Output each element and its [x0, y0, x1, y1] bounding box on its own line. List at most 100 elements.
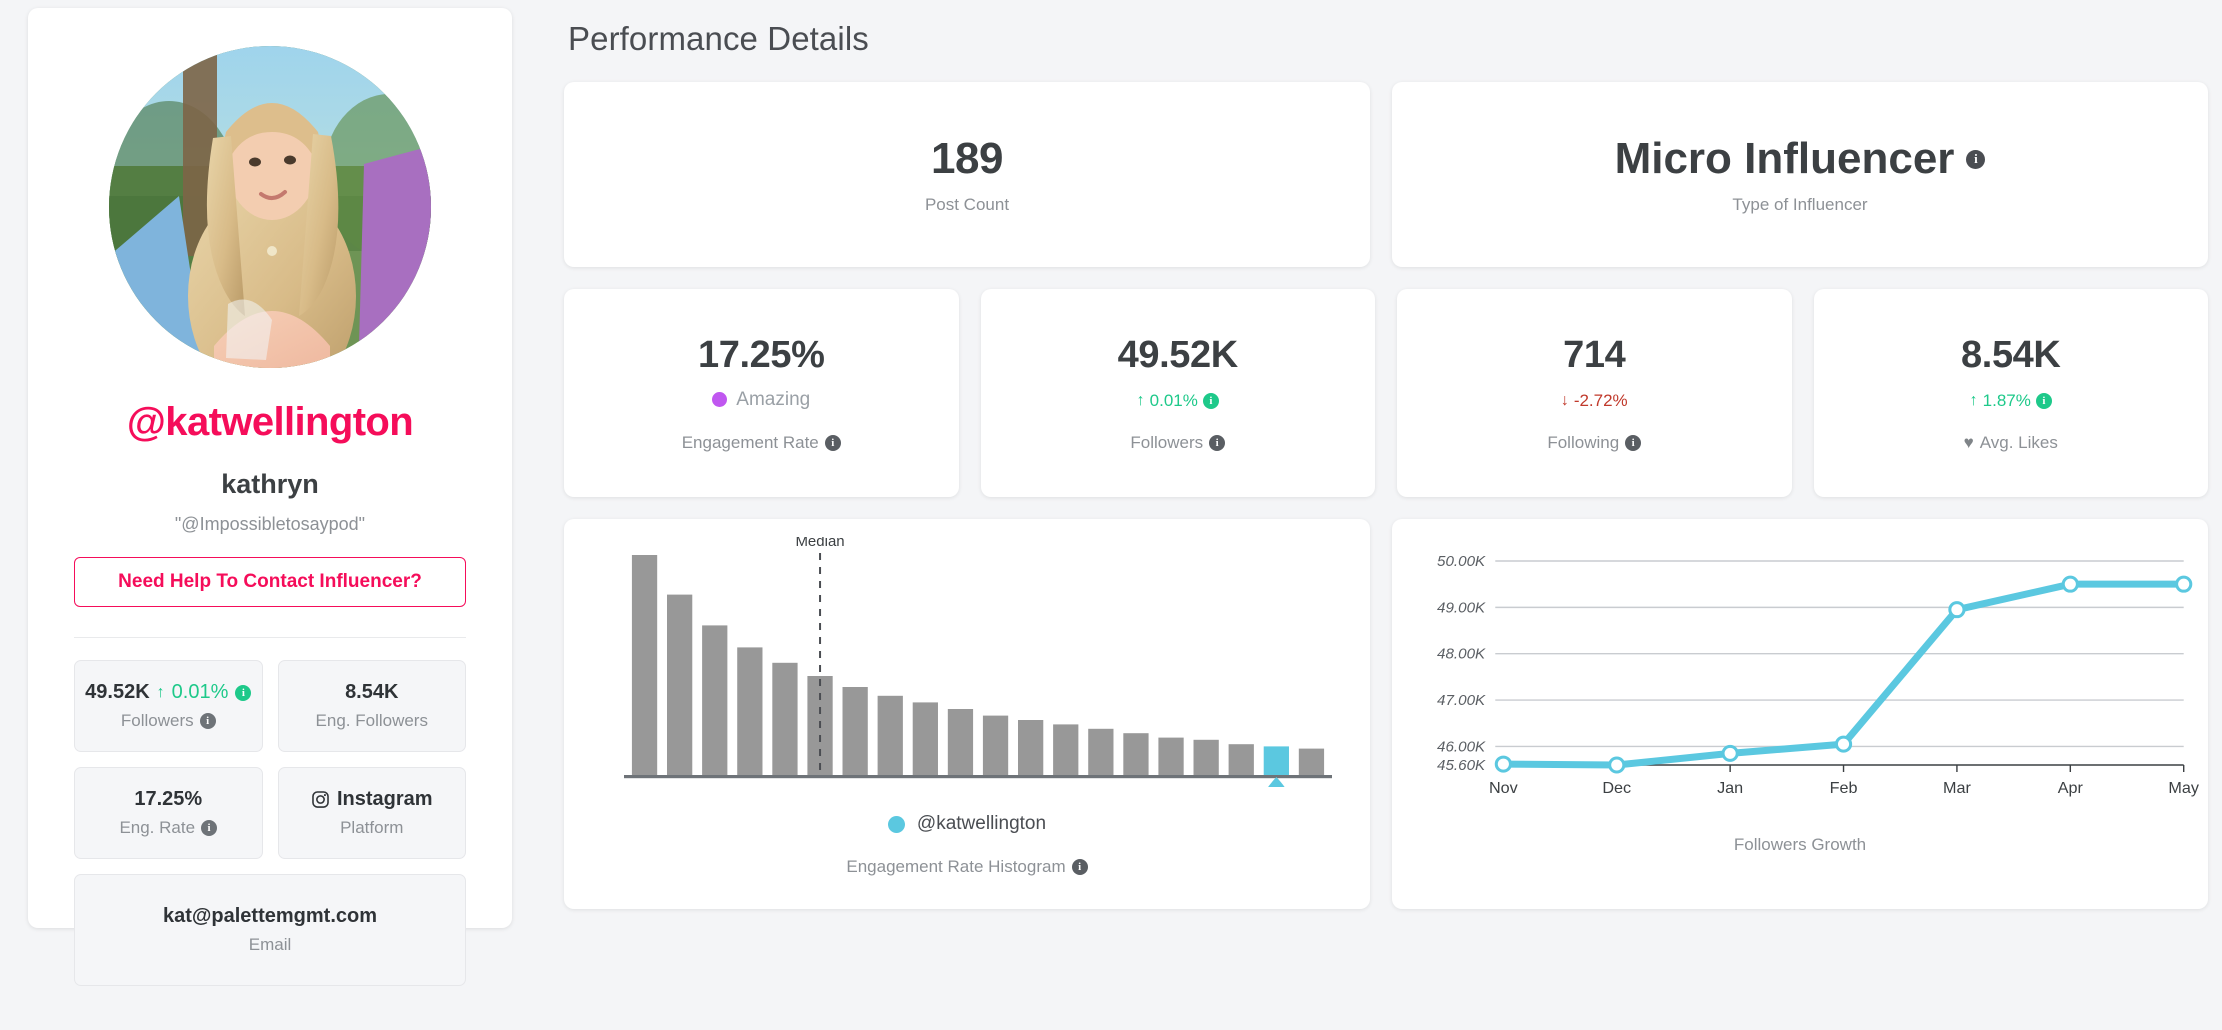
stat-tile-followers[interactable]: 49.52K ↑ 0.01% i Followers i [74, 660, 263, 752]
stat-tile-eng-followers-value: 8.54K [345, 681, 399, 703]
histogram-bar [912, 702, 938, 775]
dashboard-page: @katwellington kathryn "@Impossibletosay… [0, 0, 2222, 1030]
histogram-bar [1088, 728, 1114, 775]
influencer-type-value: Micro Influencer [1614, 134, 1955, 183]
arrow-down-icon: ↓ [1560, 391, 1569, 409]
metric-delta: ↑ 0.01% i [1137, 391, 1219, 411]
stat-tile-email[interactable]: kat@palettemgmt.com Email [74, 874, 466, 986]
histogram-bar [737, 647, 763, 775]
stat-label: Eng. Rate [119, 818, 196, 837]
stat-tile-eng-rate-value: 17.25% [134, 788, 203, 810]
profile-divider [74, 637, 466, 638]
info-icon[interactable]: i [235, 684, 252, 701]
summary-row: 189 Post Count Micro Influencer i Type o… [564, 82, 2208, 267]
legend-dot-icon [887, 815, 905, 833]
metric-delta-value: 1.87% [1982, 390, 2031, 410]
metric-card-followers: 49.52K ↑ 0.01% i Followers i [980, 289, 1375, 497]
metric-delta: ↑ 1.87% i [1970, 391, 2052, 411]
line-data-point[interactable] [2175, 575, 2193, 593]
metric-value: 714 [1563, 333, 1626, 376]
x-axis-tick-label: Jan [1717, 779, 1743, 797]
histogram-bar [1053, 724, 1079, 775]
histogram-bar [1193, 739, 1219, 775]
metric-card-engagement-rate: 17.25% Amazing Engagement Rate i [564, 289, 959, 497]
stat-tile-platform-value: Instagram [311, 788, 433, 811]
post-count-card: 189 Post Count [564, 82, 1370, 267]
info-icon[interactable]: i [1202, 392, 1219, 409]
mood-label: Amazing [736, 388, 811, 410]
histogram-bar [982, 715, 1009, 775]
avatar-wrapper [74, 46, 466, 368]
y-axis-tick-label: 47.00K [1437, 692, 1486, 709]
histogram-bar [877, 695, 903, 775]
histogram-legend: @katwellington [564, 813, 1370, 835]
histogram-bar [1298, 748, 1325, 775]
line-data-point[interactable] [1494, 755, 1512, 773]
caption-text: Engagement Rate Histogram [846, 857, 1066, 876]
stat-tile-followers-value: 49.52K ↑ 0.01% i [85, 681, 252, 704]
metric-label-wrap: Engagement Rate i [682, 433, 841, 453]
metric-delta-value: 0.01% [1149, 390, 1198, 410]
metric-value: 49.52K [1117, 333, 1239, 376]
x-axis-tick-label: Mar [1943, 779, 1972, 797]
x-axis-tick-label: Feb [1830, 779, 1858, 797]
info-icon[interactable]: i [1071, 859, 1088, 875]
stat-tile-platform[interactable]: Instagram Platform [277, 767, 466, 859]
stat-tile-eng-rate-label: Eng. Rate i [119, 818, 218, 838]
info-icon[interactable]: i [1625, 434, 1642, 451]
stat-tile-email-value: kat@palettemgmt.com [163, 905, 377, 927]
caption-text: Followers Growth [1733, 835, 1867, 854]
influencer-profile-card: @katwellington kathryn "@Impossibletosay… [28, 8, 512, 986]
contact-influencer-button[interactable]: Need Help To Contact Influencer? [74, 557, 466, 607]
y-axis-tick-label: 48.00K [1437, 646, 1486, 663]
metric-cards-row: 17.25% Amazing Engagement Rate i 49.52K … [564, 289, 2208, 497]
stat-tile-eng-followers[interactable]: 8.54K Eng. Followers [277, 660, 466, 752]
line-data-point[interactable] [1948, 601, 1966, 619]
info-icon[interactable]: i [1966, 149, 1986, 169]
stat-tile-platform-label: Platform [340, 818, 404, 837]
metric-mood: Amazing [712, 389, 810, 411]
line-data-point[interactable] [1608, 756, 1626, 774]
stat-delta: 0.01% [171, 681, 229, 703]
info-icon[interactable]: i [201, 820, 218, 836]
post-count-label: Post Count [924, 195, 1010, 214]
stat-value: Instagram [336, 788, 433, 810]
y-axis-tick-label: 50.00K [1437, 553, 1486, 570]
arrow-up-icon: ↑ [1136, 391, 1145, 409]
info-icon[interactable]: i [1209, 434, 1226, 451]
histogram-bar [772, 662, 798, 775]
histogram-bar [631, 555, 658, 775]
x-axis-tick-label: Apr [2058, 779, 2084, 797]
info-icon[interactable]: i [199, 713, 216, 729]
line-data-point[interactable] [1834, 735, 1853, 753]
performance-details-panel: Performance Details 189 Post Count Micro… [564, 8, 2208, 1016]
metric-value: 17.25% [698, 333, 825, 376]
histogram-bar [1263, 746, 1289, 775]
metric-card-avg-likes: 8.54K ↑ 1.87% i ♥ Avg. Likes [1813, 289, 2208, 497]
legend-label: @katwellington [916, 813, 1047, 834]
metric-label-wrap: Followers i [1130, 432, 1226, 453]
charts-row: Median @katwellington Engagement Rate Hi… [564, 519, 2208, 909]
instagram-icon [311, 790, 330, 809]
stat-tile-eng-rate[interactable]: 17.25% Eng. Rate i [74, 767, 263, 859]
stat-value: 49.52K [85, 681, 150, 703]
influencer-type-value-wrap: Micro Influencer i [1615, 134, 1986, 184]
avatar [109, 46, 431, 368]
metric-delta-value: -2.72% [1573, 390, 1628, 410]
histogram-bar [1018, 720, 1044, 775]
profile-stat-tiles: 49.52K ↑ 0.01% i Followers i 8.54K Eng. … [74, 660, 466, 986]
metric-label: Followers [1130, 432, 1204, 452]
arrow-up-icon: ↑ [156, 683, 165, 701]
line-data-point[interactable] [2061, 575, 2079, 593]
engagement-rate-histogram-card: Median @katwellington Engagement Rate Hi… [564, 519, 1370, 909]
histogram-bar [702, 625, 728, 775]
y-axis-tick-label: 46.00K [1437, 739, 1486, 756]
profile-quote: "@Impossibletosaypod" [174, 514, 366, 534]
histogram-bar [667, 594, 693, 775]
metric-label: Following [1547, 432, 1620, 452]
stat-tile-eng-followers-label: Eng. Followers [315, 711, 428, 730]
info-icon[interactable]: i [2035, 392, 2052, 409]
highlight-drop-marker [1256, 777, 1297, 833]
line-data-point[interactable] [1721, 744, 1739, 762]
info-icon[interactable]: i [824, 434, 841, 451]
